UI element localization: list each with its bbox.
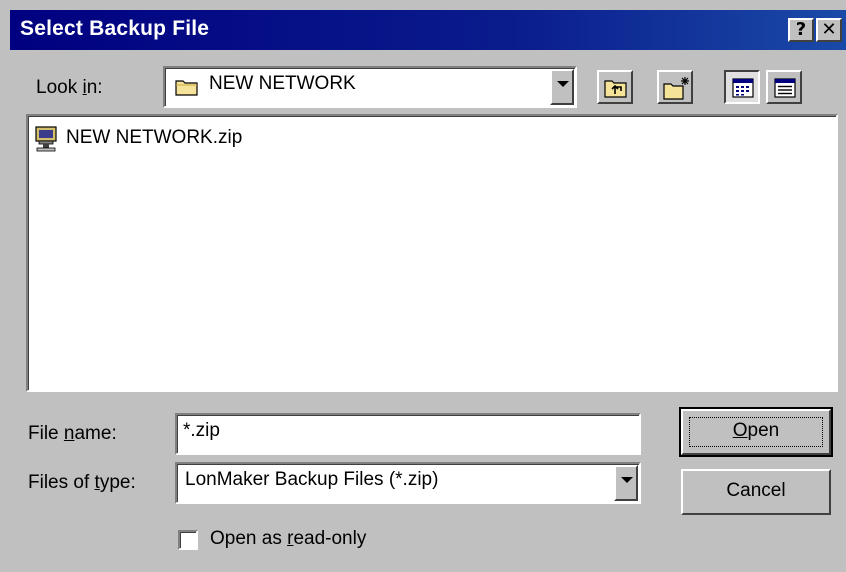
list-view-icon [732, 78, 754, 103]
look-in-combobox[interactable]: NEW NETWORK [163, 66, 577, 108]
files-of-type-value: LonMaker Backup Files (*.zip) [185, 469, 439, 490]
up-one-level-button[interactable] [597, 70, 633, 104]
new-folder-icon [663, 75, 691, 106]
file-name-label: NEW NETWORK.zip [66, 127, 243, 148]
details-view-icon [774, 78, 796, 103]
window-title: Select Backup File [20, 17, 210, 40]
create-new-folder-button[interactable] [657, 70, 693, 104]
file-name-value: *.zip [183, 420, 220, 441]
network-file-icon [34, 126, 62, 157]
read-only-checkbox[interactable] [178, 530, 198, 550]
files-of-type-dropdown-button[interactable] [614, 465, 638, 501]
file-name-label: File name: [28, 423, 117, 444]
close-button[interactable]: ✕ [816, 18, 842, 42]
look-in-dropdown-button[interactable] [550, 69, 574, 105]
open-button[interactable]: Open [679, 407, 833, 457]
up-folder-icon [604, 77, 628, 104]
list-view-button[interactable] [724, 70, 760, 104]
select-backup-file-dialog: Select Backup File ? ✕ Look in: NEW NETW… [0, 0, 846, 572]
close-icon: ✕ [821, 19, 837, 40]
help-icon: ? [795, 19, 807, 40]
look-in-label: Look in: [36, 77, 103, 98]
files-of-type-label: Files of type: [28, 472, 136, 493]
title-bar[interactable]: Select Backup File ? ✕ [10, 10, 846, 50]
files-of-type-select[interactable]: LonMaker Backup Files (*.zip) [175, 462, 641, 504]
details-view-button[interactable] [766, 70, 802, 104]
folder-icon [175, 77, 199, 102]
cancel-button[interactable]: Cancel [681, 469, 831, 515]
file-list[interactable]: NEW NETWORK.zip [26, 114, 838, 392]
file-name-input[interactable]: *.zip [175, 413, 641, 455]
help-button[interactable]: ? [788, 18, 814, 42]
read-only-label[interactable]: Open as read-only [210, 528, 366, 550]
look-in-value: NEW NETWORK [209, 73, 356, 94]
